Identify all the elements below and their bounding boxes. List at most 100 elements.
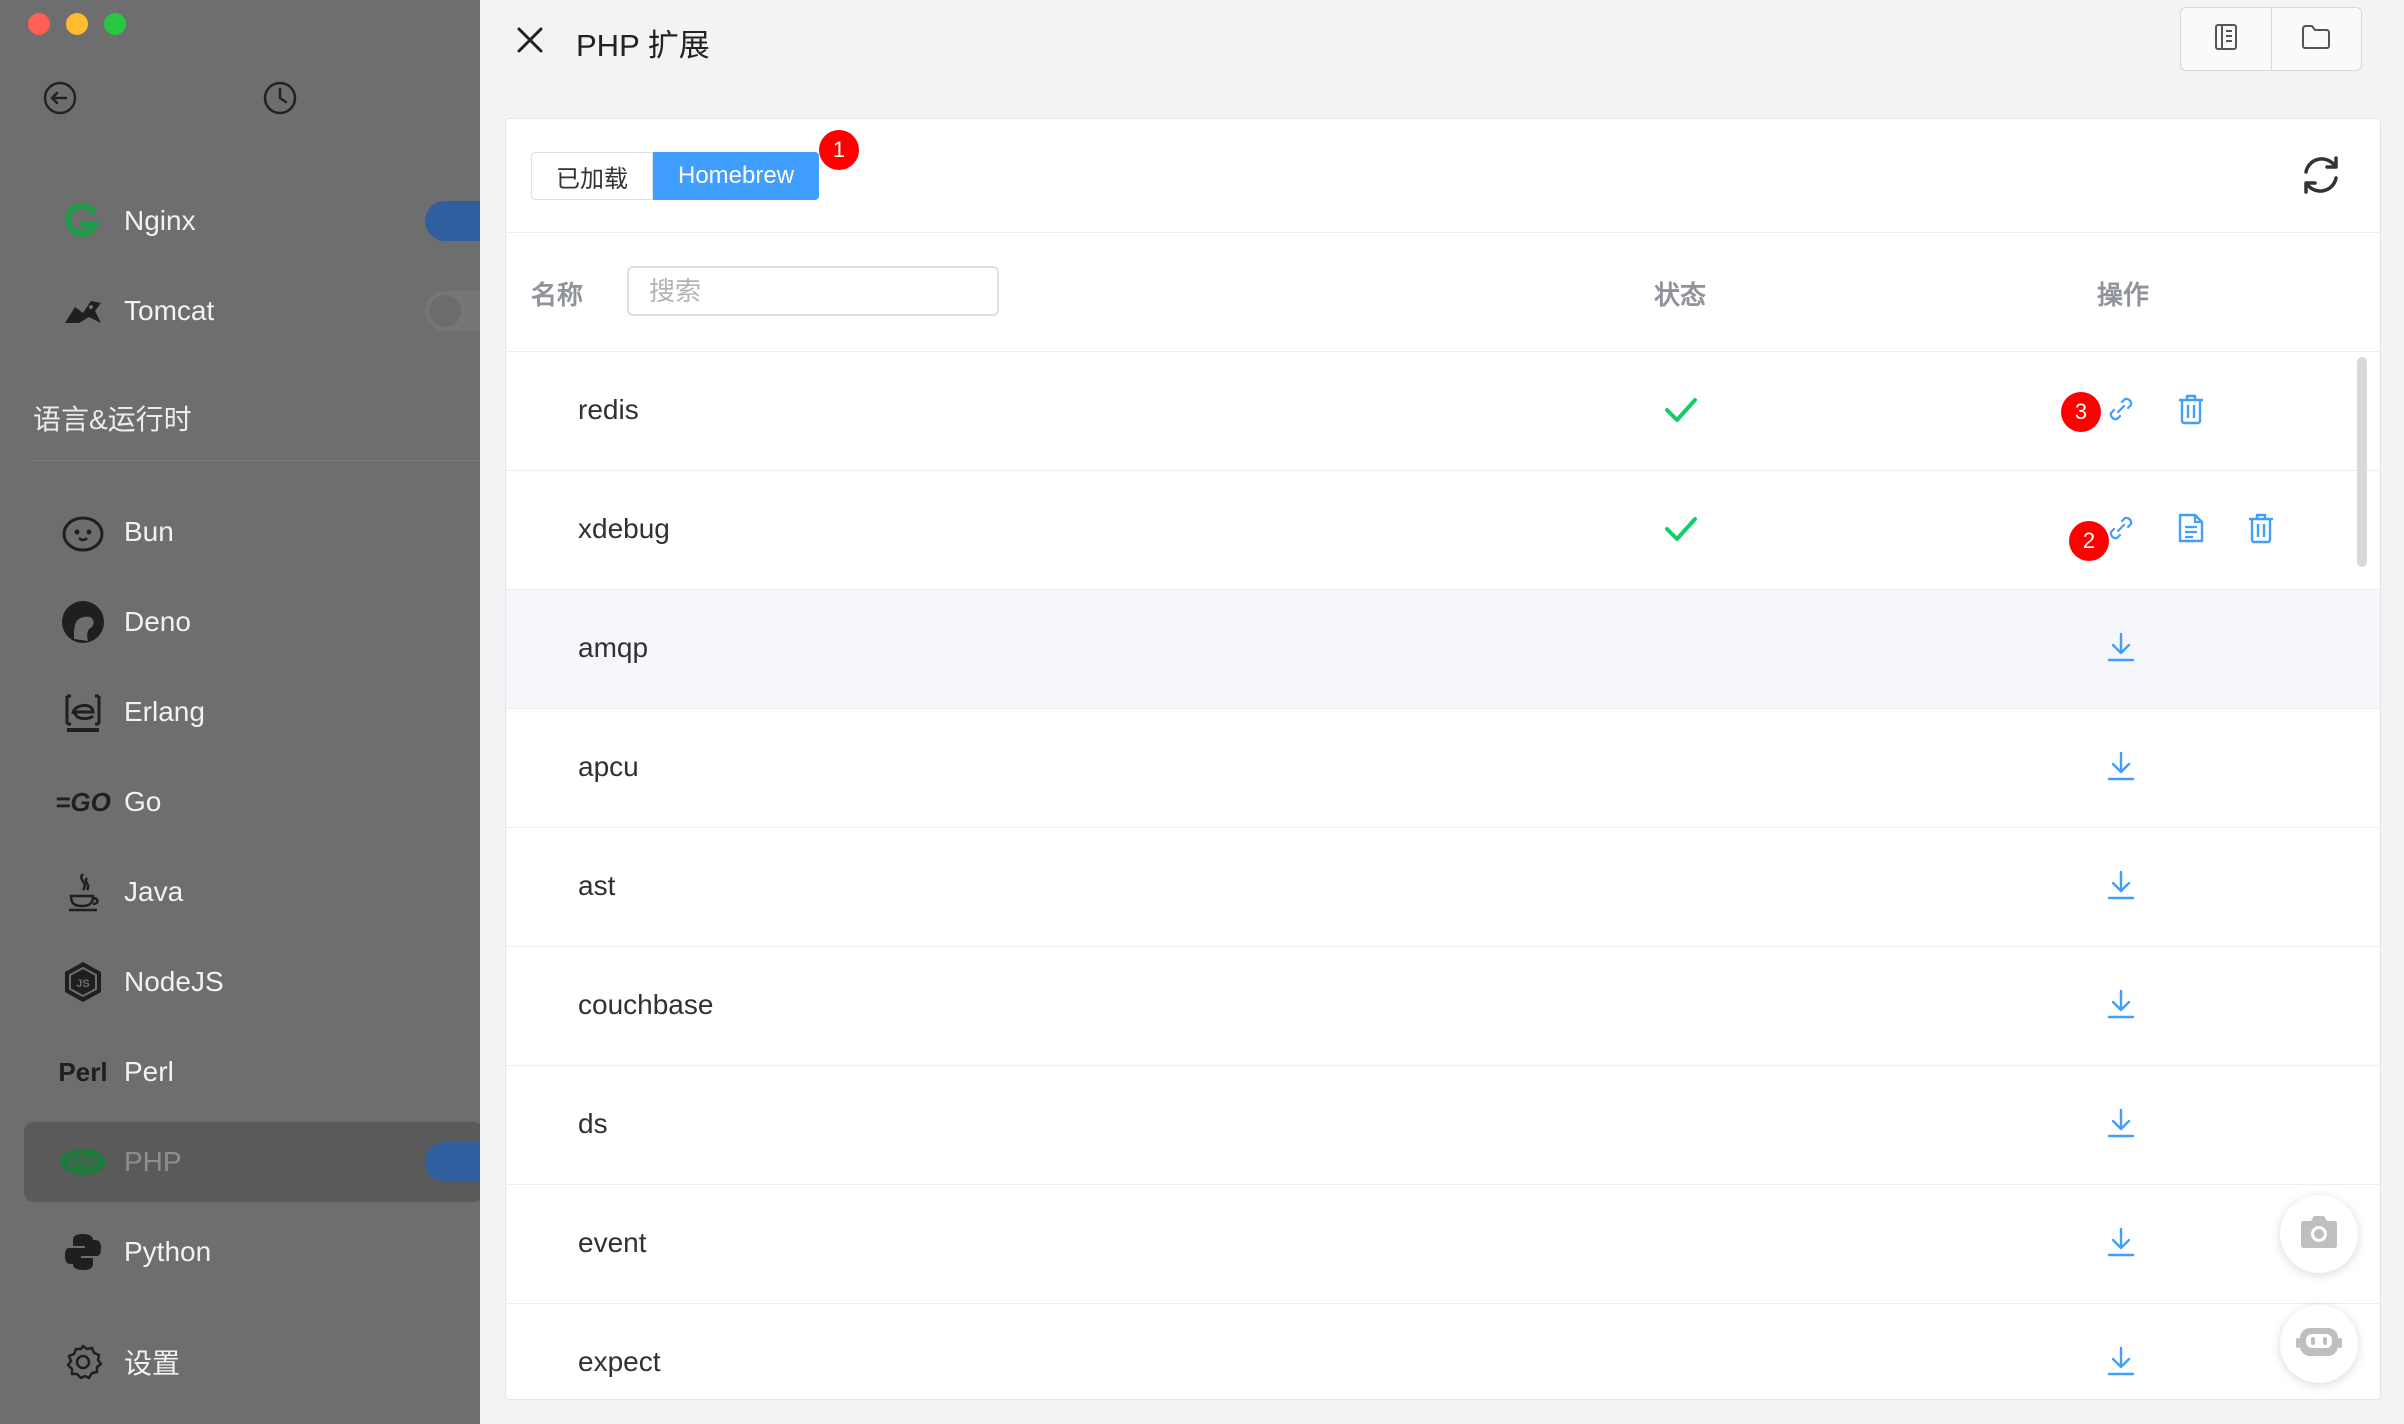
- table-row: ds: [506, 1066, 2380, 1185]
- table-row: ast: [506, 828, 2380, 947]
- extension-name: expect: [578, 1346, 661, 1377]
- config-file-button[interactable]: [2171, 510, 2211, 550]
- deno-icon: [58, 597, 108, 647]
- sidebar-item-settings[interactable]: 设置: [24, 1322, 484, 1402]
- sidebar-item-deno[interactable]: Deno: [24, 582, 484, 662]
- table-row: redis 3: [506, 352, 2380, 471]
- sidebar-item-label: PHP: [124, 1146, 182, 1177]
- tab-loaded[interactable]: 已加载: [531, 152, 653, 200]
- drawer-header: PHP 扩展: [480, 0, 2404, 80]
- robot-icon: [2296, 1322, 2342, 1367]
- history-icon[interactable]: [260, 78, 300, 118]
- sidebar-item-label: Go: [124, 786, 162, 817]
- install-button[interactable]: [2101, 748, 2141, 788]
- sidebar-item-perl[interactable]: Perl Perl: [24, 1032, 484, 1112]
- sidebar-item-nginx[interactable]: Nginx: [24, 181, 484, 261]
- close-icon: [516, 26, 544, 59]
- install-button[interactable]: [2101, 1224, 2141, 1264]
- extension-name: couchbase: [578, 989, 714, 1020]
- gear-icon: [58, 1337, 108, 1387]
- extension-name: ast: [578, 870, 616, 901]
- table-row: amqp: [506, 590, 2380, 709]
- table-row: xdebug 2: [506, 471, 2380, 590]
- sidebar-item-label: Java: [124, 876, 184, 907]
- link-icon: [2106, 394, 2136, 429]
- link-button[interactable]: [2101, 391, 2141, 431]
- extension-name: amqp: [578, 632, 649, 663]
- extension-name: apcu: [578, 751, 639, 782]
- sidebar-item-label: Python: [124, 1236, 212, 1267]
- download-icon: [2106, 869, 2136, 906]
- search-input[interactable]: [627, 266, 999, 316]
- bun-icon: [58, 507, 108, 557]
- minimize-window-button[interactable]: [66, 13, 88, 35]
- trash-icon: [2176, 393, 2206, 430]
- assistant-button[interactable]: [2280, 1305, 2358, 1383]
- extensions-card: 已加载 Homebrew 1 名称 状态 操作 redis: [505, 118, 2381, 1400]
- sidebar-item-java[interactable]: Java: [24, 852, 484, 932]
- sidebar-divider: [33, 460, 483, 461]
- sidebar-item-erlang[interactable]: Erlang: [24, 672, 484, 752]
- delete-button[interactable]: [2241, 510, 2281, 550]
- annotation-badge-1: 1: [819, 130, 859, 170]
- check-icon: [1661, 509, 1701, 549]
- php-extensions-drawer: PHP 扩展 已加载 Homebrew 1 名称 搜索 状态 操作 redis …: [480, 0, 2404, 1424]
- sidebar-item-label: 设置: [124, 1348, 181, 1379]
- table-scrollbar[interactable]: [2357, 357, 2367, 567]
- sidebar-item-label: Tomcat: [124, 295, 215, 326]
- php-icon: php: [58, 1137, 108, 1187]
- install-button[interactable]: [2101, 1343, 2141, 1383]
- extension-name: ds: [578, 1108, 608, 1139]
- delete-button[interactable]: [2171, 391, 2211, 431]
- close-drawer-button[interactable]: [510, 22, 550, 62]
- close-window-button[interactable]: [28, 13, 50, 35]
- table-row: apcu: [506, 709, 2380, 828]
- folder-icon: [2301, 24, 2331, 55]
- tab-homebrew[interactable]: Homebrew: [653, 152, 820, 200]
- sidebar-item-label: NodeJS: [124, 966, 224, 997]
- go-logo-text: =GO: [55, 786, 111, 817]
- source-tabs: 已加载 Homebrew: [531, 152, 820, 200]
- section-title: 语言&运行时: [33, 404, 192, 435]
- trash-icon: [2246, 512, 2276, 549]
- install-button[interactable]: [2101, 629, 2141, 669]
- open-folder-button[interactable]: [2270, 8, 2362, 70]
- perl-icon: Perl: [58, 1047, 108, 1097]
- link-icon: [2106, 513, 2136, 548]
- back-icon[interactable]: [40, 78, 80, 118]
- sidebar-item-tomcat[interactable]: Tomcat: [24, 271, 484, 351]
- table-header: 名称 状态 操作: [506, 233, 2380, 352]
- sidebar-item-go[interactable]: =GO Go: [24, 762, 484, 842]
- sidebar-item-bun[interactable]: Bun: [24, 492, 484, 572]
- sidebar-item-python[interactable]: Python: [24, 1212, 484, 1292]
- screenshot-button[interactable]: [2280, 1195, 2358, 1273]
- download-icon: [2106, 1345, 2136, 1382]
- sidebar-item-nodejs[interactable]: JS NodeJS: [24, 942, 484, 1022]
- header-button-group: [2180, 7, 2362, 71]
- install-button[interactable]: [2101, 986, 2141, 1026]
- php-logo-text: php: [68, 1153, 98, 1170]
- download-icon: [2106, 988, 2136, 1025]
- download-icon: [2106, 631, 2136, 668]
- download-icon: [2106, 750, 2136, 787]
- column-header-actions: 操作: [2097, 280, 2150, 310]
- extension-name: redis: [578, 394, 639, 425]
- sidebar: Nginx Tomcat 语言&运行时 Bun Deno Erlang =GO …: [0, 0, 505, 1424]
- extension-name: event: [578, 1227, 647, 1258]
- install-button[interactable]: [2101, 867, 2141, 907]
- table-row: event: [506, 1185, 2380, 1304]
- zoom-window-button[interactable]: [104, 13, 126, 35]
- refresh-button[interactable]: [2296, 152, 2346, 202]
- install-button[interactable]: [2101, 1105, 2141, 1145]
- erlang-icon: [58, 687, 108, 737]
- sidebar-item-label: Erlang: [124, 696, 205, 727]
- java-icon: [58, 867, 108, 917]
- table-row: couchbase: [506, 947, 2380, 1066]
- tomcat-icon: [58, 286, 108, 336]
- document-icon: [2177, 512, 2205, 549]
- extension-name: xdebug: [578, 513, 670, 544]
- sidebar-item-php[interactable]: php PHP: [24, 1122, 484, 1202]
- log-button[interactable]: [2181, 8, 2271, 70]
- card-toolbar: 已加载 Homebrew 1: [506, 119, 2380, 233]
- go-icon: =GO: [55, 777, 111, 827]
